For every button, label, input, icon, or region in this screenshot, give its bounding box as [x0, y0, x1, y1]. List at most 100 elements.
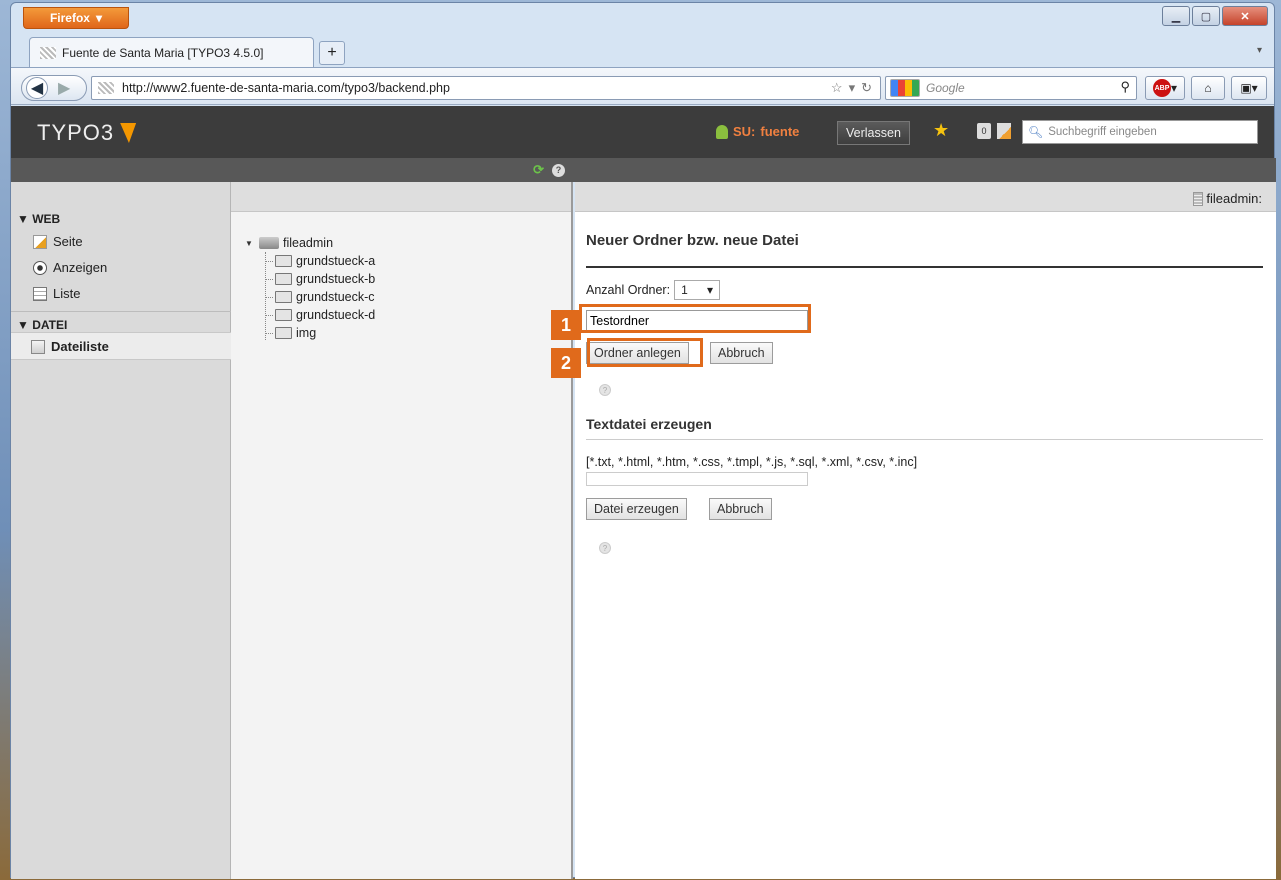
search-engine-label: Google — [926, 81, 965, 95]
highlight-create-button — [587, 338, 703, 367]
folder-icon — [275, 255, 292, 267]
highlight-folder-input — [579, 304, 811, 333]
url-text: http://www2.fuente-de-santa-maria.com/ty… — [122, 81, 450, 95]
list-icon — [33, 286, 47, 301]
chevron-down-icon[interactable]: ▾ — [849, 80, 856, 96]
user-icon — [716, 124, 728, 139]
workspace-edit-icon[interactable] — [997, 123, 1011, 139]
navigation-bar: ◀ ▶ http://www2.fuente-de-santa-maria.co… — [11, 67, 1274, 105]
storage-icon — [259, 237, 279, 249]
browser-window: Firefox ▾ ▁ ▢ ✕ Fuente de Santa Maria [T… — [10, 2, 1276, 879]
tree-item[interactable]: grundstueck-d — [245, 306, 375, 324]
group-datei-title[interactable]: ▼ DATEI — [17, 318, 67, 332]
module-item-label: Seite — [53, 234, 83, 249]
folder-icon — [275, 309, 292, 321]
user-prefix: SU: — [733, 124, 756, 139]
site-identity-icon[interactable] — [98, 82, 114, 94]
section-title-textfile: Textdatei erzeugen — [586, 416, 712, 432]
tree-item[interactable]: grundstueck-c — [245, 288, 375, 306]
section-divider — [586, 439, 1263, 440]
typo3-logo-text: TYPO3 — [37, 120, 115, 145]
search-placeholder: Suchbegriff eingeben — [1048, 126, 1157, 138]
cancel-button-2[interactable]: Abbruch — [709, 498, 772, 520]
folder-count-select[interactable]: 1 ▾ — [674, 280, 721, 300]
tab-list-icon[interactable]: ▾ — [1257, 45, 1262, 56]
search-icon: 🔍︎ — [1028, 125, 1044, 139]
module-divider — [11, 311, 231, 312]
user-name: fuente — [760, 124, 800, 139]
step-marker-2: 2 — [551, 348, 581, 378]
title-bar: Firefox ▾ ▁ ▢ ✕ — [11, 3, 1274, 37]
module-item-dateiliste[interactable]: Dateiliste — [31, 339, 109, 354]
tree-item[interactable]: grundstueck-a — [245, 252, 375, 270]
back-forward-buttons: ◀ ▶ — [21, 75, 87, 101]
user-indicator[interactable]: SU: fuente — [716, 124, 799, 139]
path-indicator: fileadmin: — [1193, 191, 1262, 206]
page-title: Neuer Ordner bzw. neue Datei — [586, 232, 799, 249]
tree-root[interactable]: ▼ fileadmin — [245, 234, 375, 252]
browser-tab[interactable]: Fuente de Santa Maria [TYPO3 4.5.0] — [29, 37, 314, 67]
module-item-label: Liste — [53, 286, 81, 301]
module-item-seite[interactable]: Seite — [33, 234, 83, 249]
reload-icon[interactable]: ↻ — [861, 80, 872, 96]
help-icon[interactable]: ? — [599, 384, 611, 396]
module-item-liste[interactable]: Liste — [33, 286, 80, 301]
page-edit-icon — [33, 234, 47, 249]
allowed-file-types: [*.txt, *.html, *.htm, *.css, *.tmpl, *.… — [586, 455, 918, 469]
folder-count-label: Anzahl Ordner: — [586, 283, 671, 297]
home-button[interactable]: ⌂ — [1191, 76, 1225, 100]
folder-icon — [275, 291, 292, 303]
logout-button[interactable]: Verlassen — [837, 121, 910, 145]
folder-icon — [275, 327, 292, 339]
group-web-title[interactable]: ▼ WEB — [17, 212, 60, 226]
firefox-menu-button[interactable]: Firefox ▾ — [23, 7, 129, 29]
title-divider — [586, 266, 1263, 268]
adblock-icon: ABP — [1152, 79, 1171, 97]
textfile-name-input[interactable] — [586, 472, 808, 486]
folder-icon — [275, 273, 292, 285]
tree-item-label: grundstueck-c — [296, 290, 375, 304]
content-area: fileadmin: Neuer Ordner bzw. neue Datei … — [575, 182, 1276, 879]
search-icon[interactable]: ⚲ — [1120, 79, 1130, 95]
module-toolbar — [11, 158, 231, 182]
minimize-icon[interactable]: ▁ — [1162, 6, 1190, 26]
new-tab-button[interactable]: + — [319, 41, 345, 65]
help-icon[interactable]: ? — [599, 542, 611, 554]
close-icon[interactable]: ✕ — [1222, 6, 1268, 26]
create-file-button[interactable]: Datei erzeugen — [586, 498, 687, 520]
bookmark-star-icon[interactable]: ☆ — [831, 80, 843, 96]
tree-item[interactable]: grundstueck-b — [245, 270, 375, 288]
tree-header — [231, 182, 571, 212]
expand-caret-icon[interactable]: ▼ — [245, 239, 255, 248]
search-bar[interactable]: Google ⚲ — [885, 76, 1137, 100]
url-actions: ☆ ▾ ↻ — [831, 80, 872, 96]
module-item-anzeigen[interactable]: Anzeigen — [33, 260, 107, 275]
google-logo-icon[interactable] — [890, 79, 920, 97]
cancel-button[interactable]: Abbruch — [710, 342, 773, 364]
window-controls: ▁ ▢ ✕ — [1162, 6, 1268, 26]
forward-arrow-icon[interactable]: ▶ — [58, 78, 70, 98]
typo3-logo-icon — [120, 123, 137, 143]
bookmarks-star-icon[interactable]: ★ — [933, 120, 949, 141]
puzzle-icon: ▣▾ — [1240, 81, 1258, 95]
tree-toolbar: ⟳ ? — [231, 158, 573, 182]
backend-search-input[interactable]: 🔍︎ Suchbegriff eingeben — [1022, 120, 1258, 144]
home-icon: ⌂ — [1204, 81, 1212, 95]
tree-item-label: grundstueck-a — [296, 254, 376, 268]
chevron-down-icon: ▾ — [95, 11, 103, 25]
tree-item[interactable]: img — [245, 324, 375, 342]
clear-cache-icon[interactable]: 0 — [977, 123, 991, 139]
tree-item-label: grundstueck-b — [296, 272, 376, 286]
url-bar[interactable]: http://www2.fuente-de-santa-maria.com/ty… — [91, 76, 881, 100]
adblock-button[interactable]: ABP ▾ — [1145, 76, 1185, 100]
module-item-label: Dateiliste — [51, 339, 109, 354]
refresh-icon[interactable]: ⟳ — [533, 162, 544, 178]
tab-title: Fuente de Santa Maria [TYPO3 4.5.0] — [62, 45, 264, 60]
maximize-icon[interactable]: ▢ — [1192, 6, 1220, 26]
addon-button[interactable]: ▣▾ — [1231, 76, 1267, 100]
help-icon[interactable]: ? — [552, 163, 565, 177]
back-arrow-icon[interactable]: ◀ — [26, 77, 48, 99]
typo3-logo: TYPO3 — [37, 120, 137, 146]
tree-item-label: grundstueck-d — [296, 308, 376, 322]
eye-icon — [33, 260, 47, 275]
